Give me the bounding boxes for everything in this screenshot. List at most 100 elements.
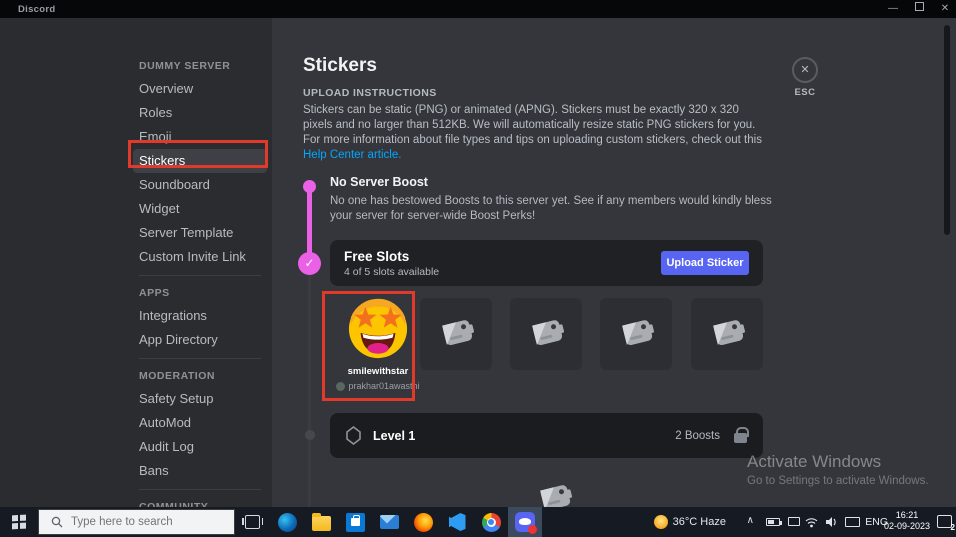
sidebar-item-emoji[interactable]: Emoji bbox=[133, 125, 267, 149]
timeline-line-grey bbox=[308, 275, 311, 507]
scrollbar-thumb[interactable] bbox=[944, 25, 950, 235]
empty-sticker-slot[interactable] bbox=[691, 298, 763, 370]
chrome-icon bbox=[481, 512, 501, 532]
taskbar-clock[interactable]: 16:21 02-09-2023 bbox=[884, 510, 930, 532]
action-center-icon[interactable]: 2 bbox=[937, 515, 955, 532]
empty-sticker-slot[interactable] bbox=[600, 298, 672, 370]
taskbar-store-button[interactable] bbox=[338, 507, 372, 537]
sidebar-item-stickers[interactable]: Stickers bbox=[133, 149, 267, 173]
taskbar-file-explorer-button[interactable] bbox=[304, 507, 338, 537]
boost-timeline-line bbox=[307, 188, 312, 260]
notification-badge: 2 bbox=[950, 523, 955, 532]
free-slots-title: Free Slots bbox=[344, 248, 410, 264]
level-1-card: Level 1 2 Boosts bbox=[330, 413, 763, 458]
window-titlebar: Discord — ✕ bbox=[0, 0, 956, 18]
minimize-icon[interactable]: — bbox=[886, 0, 900, 18]
screen: Discord — ✕ DUMMY SERVER Overview Roles … bbox=[0, 0, 956, 537]
upload-instructions-body: Stickers can be static (PNG) or animated… bbox=[303, 103, 769, 163]
esc-close-icon[interactable]: ✕ bbox=[792, 57, 818, 83]
wifi-icon[interactable] bbox=[805, 517, 818, 528]
free-slots-card: Free Slots 4 of 5 slots available Upload… bbox=[330, 240, 763, 286]
windows-taskbar: 36°C Haze ∧ ENG 16:21 02-09-2023 2 bbox=[0, 507, 956, 537]
nav-divider bbox=[139, 489, 261, 490]
upload-instructions-header: UPLOAD INSTRUCTIONS bbox=[303, 87, 437, 99]
sidebar-item-overview[interactable]: Overview bbox=[133, 77, 267, 101]
discord-settings-window: DUMMY SERVER Overview Roles Emoji Sticke… bbox=[0, 18, 956, 507]
taskbar-mail-button[interactable] bbox=[372, 507, 406, 537]
sidebar-item-integrations[interactable]: Integrations bbox=[133, 304, 267, 328]
taskbar-discord-button-active[interactable] bbox=[508, 507, 542, 537]
battery-icon[interactable] bbox=[766, 518, 782, 526]
empty-sticker-slot[interactable] bbox=[420, 298, 492, 370]
boost-check-icon: ✓ bbox=[298, 252, 321, 275]
empty-sticker-slot-partial[interactable] bbox=[518, 478, 590, 507]
level-boosts-count: 2 Boosts bbox=[675, 429, 720, 442]
clock-date: 02-09-2023 bbox=[883, 521, 930, 531]
sidebar-item-widget[interactable]: Widget bbox=[133, 197, 267, 221]
sidebar-item-app-directory[interactable]: App Directory bbox=[133, 328, 267, 352]
page-title: Stickers bbox=[303, 55, 377, 76]
nav-header-server: DUMMY SERVER bbox=[139, 60, 231, 72]
app-title: Discord bbox=[18, 3, 56, 15]
activate-windows-watermark: Activate Windows Go to Settings to activ… bbox=[747, 452, 929, 487]
windows-logo-icon bbox=[12, 514, 26, 530]
stickers-page: Stickers UPLOAD INSTRUCTIONS Stickers ca… bbox=[272, 18, 956, 507]
search-input[interactable] bbox=[71, 516, 221, 528]
window-controls: — ✕ bbox=[886, 0, 952, 18]
settings-nav: DUMMY SERVER Overview Roles Emoji Sticke… bbox=[133, 54, 267, 507]
instructions-more: For more information about file types an… bbox=[303, 134, 762, 161]
maximize-icon[interactable] bbox=[912, 0, 926, 18]
firefox-icon bbox=[413, 512, 433, 532]
sidebar-item-audit-log[interactable]: Audit Log bbox=[133, 435, 267, 459]
nav-divider bbox=[139, 358, 261, 359]
esc-label: ESC bbox=[794, 87, 816, 98]
vscode-icon bbox=[448, 513, 466, 531]
upload-sticker-button[interactable]: Upload Sticker bbox=[661, 251, 749, 275]
sidebar-item-safety-setup[interactable]: Safety Setup bbox=[133, 387, 267, 411]
sidebar-item-roles[interactable]: Roles bbox=[133, 101, 267, 125]
microsoft-store-icon bbox=[345, 512, 365, 532]
sidebar-item-bans[interactable]: Bans bbox=[133, 459, 267, 483]
nav-header-moderation: MODERATION bbox=[139, 370, 215, 382]
weather-widget[interactable]: 36°C Haze bbox=[653, 515, 726, 529]
watermark-title: Activate Windows bbox=[747, 452, 882, 471]
taskbar-edge-button[interactable] bbox=[270, 507, 304, 537]
nav-header-apps: APPS bbox=[139, 287, 170, 299]
timeline-dot-grey bbox=[305, 430, 315, 440]
close-icon[interactable]: ✕ bbox=[938, 0, 952, 18]
taskbar-firefox-button[interactable] bbox=[406, 507, 440, 537]
discord-icon bbox=[515, 512, 537, 534]
nav-divider bbox=[139, 275, 261, 276]
settings-sidebar: DUMMY SERVER Overview Roles Emoji Sticke… bbox=[0, 18, 272, 507]
edge-icon bbox=[277, 512, 297, 532]
nav-header-community: COMMUNITY bbox=[139, 501, 209, 507]
level-title: Level 1 bbox=[373, 428, 416, 443]
boost-status-description: No one has bestowed Boosts to this serve… bbox=[330, 195, 772, 222]
display-icon[interactable] bbox=[788, 517, 800, 526]
sticker-card[interactable]: smilewithstar prakhar01awasthi bbox=[327, 294, 429, 414]
free-slots-texts: Free Slots 4 of 5 slots available bbox=[344, 249, 439, 278]
sidebar-item-custom-invite-link[interactable]: Custom Invite Link bbox=[133, 245, 267, 269]
sticker-author: prakhar01awasthi bbox=[336, 381, 420, 391]
taskbar-vscode-button[interactable] bbox=[440, 507, 474, 537]
taskbar-search[interactable] bbox=[38, 509, 235, 535]
boost-gem-icon bbox=[346, 426, 361, 445]
sidebar-item-soundboard[interactable]: Soundboard bbox=[133, 173, 267, 197]
taskbar-chrome-button[interactable] bbox=[474, 507, 508, 537]
boost-status-title: No Server Boost bbox=[330, 175, 428, 189]
smilewithstar-sticker-image bbox=[347, 298, 409, 360]
tray-chevron-up-icon[interactable]: ∧ bbox=[747, 515, 754, 526]
empty-sticker-slot[interactable] bbox=[510, 298, 582, 370]
esc-close-button[interactable]: ✕ ESC bbox=[779, 57, 831, 98]
task-view-icon[interactable] bbox=[242, 515, 263, 529]
sidebar-item-automod[interactable]: AutoMod bbox=[133, 411, 267, 435]
author-avatar bbox=[336, 381, 346, 391]
touch-keyboard-icon[interactable] bbox=[845, 517, 860, 527]
lock-icon bbox=[734, 427, 749, 443]
sidebar-item-server-template[interactable]: Server Template bbox=[133, 221, 267, 245]
author-name: prakhar01awasthi bbox=[348, 381, 420, 391]
help-center-link[interactable]: Help Center article. bbox=[303, 149, 401, 161]
search-icon bbox=[51, 516, 63, 528]
start-button[interactable] bbox=[0, 507, 38, 537]
speaker-icon[interactable] bbox=[825, 516, 838, 528]
